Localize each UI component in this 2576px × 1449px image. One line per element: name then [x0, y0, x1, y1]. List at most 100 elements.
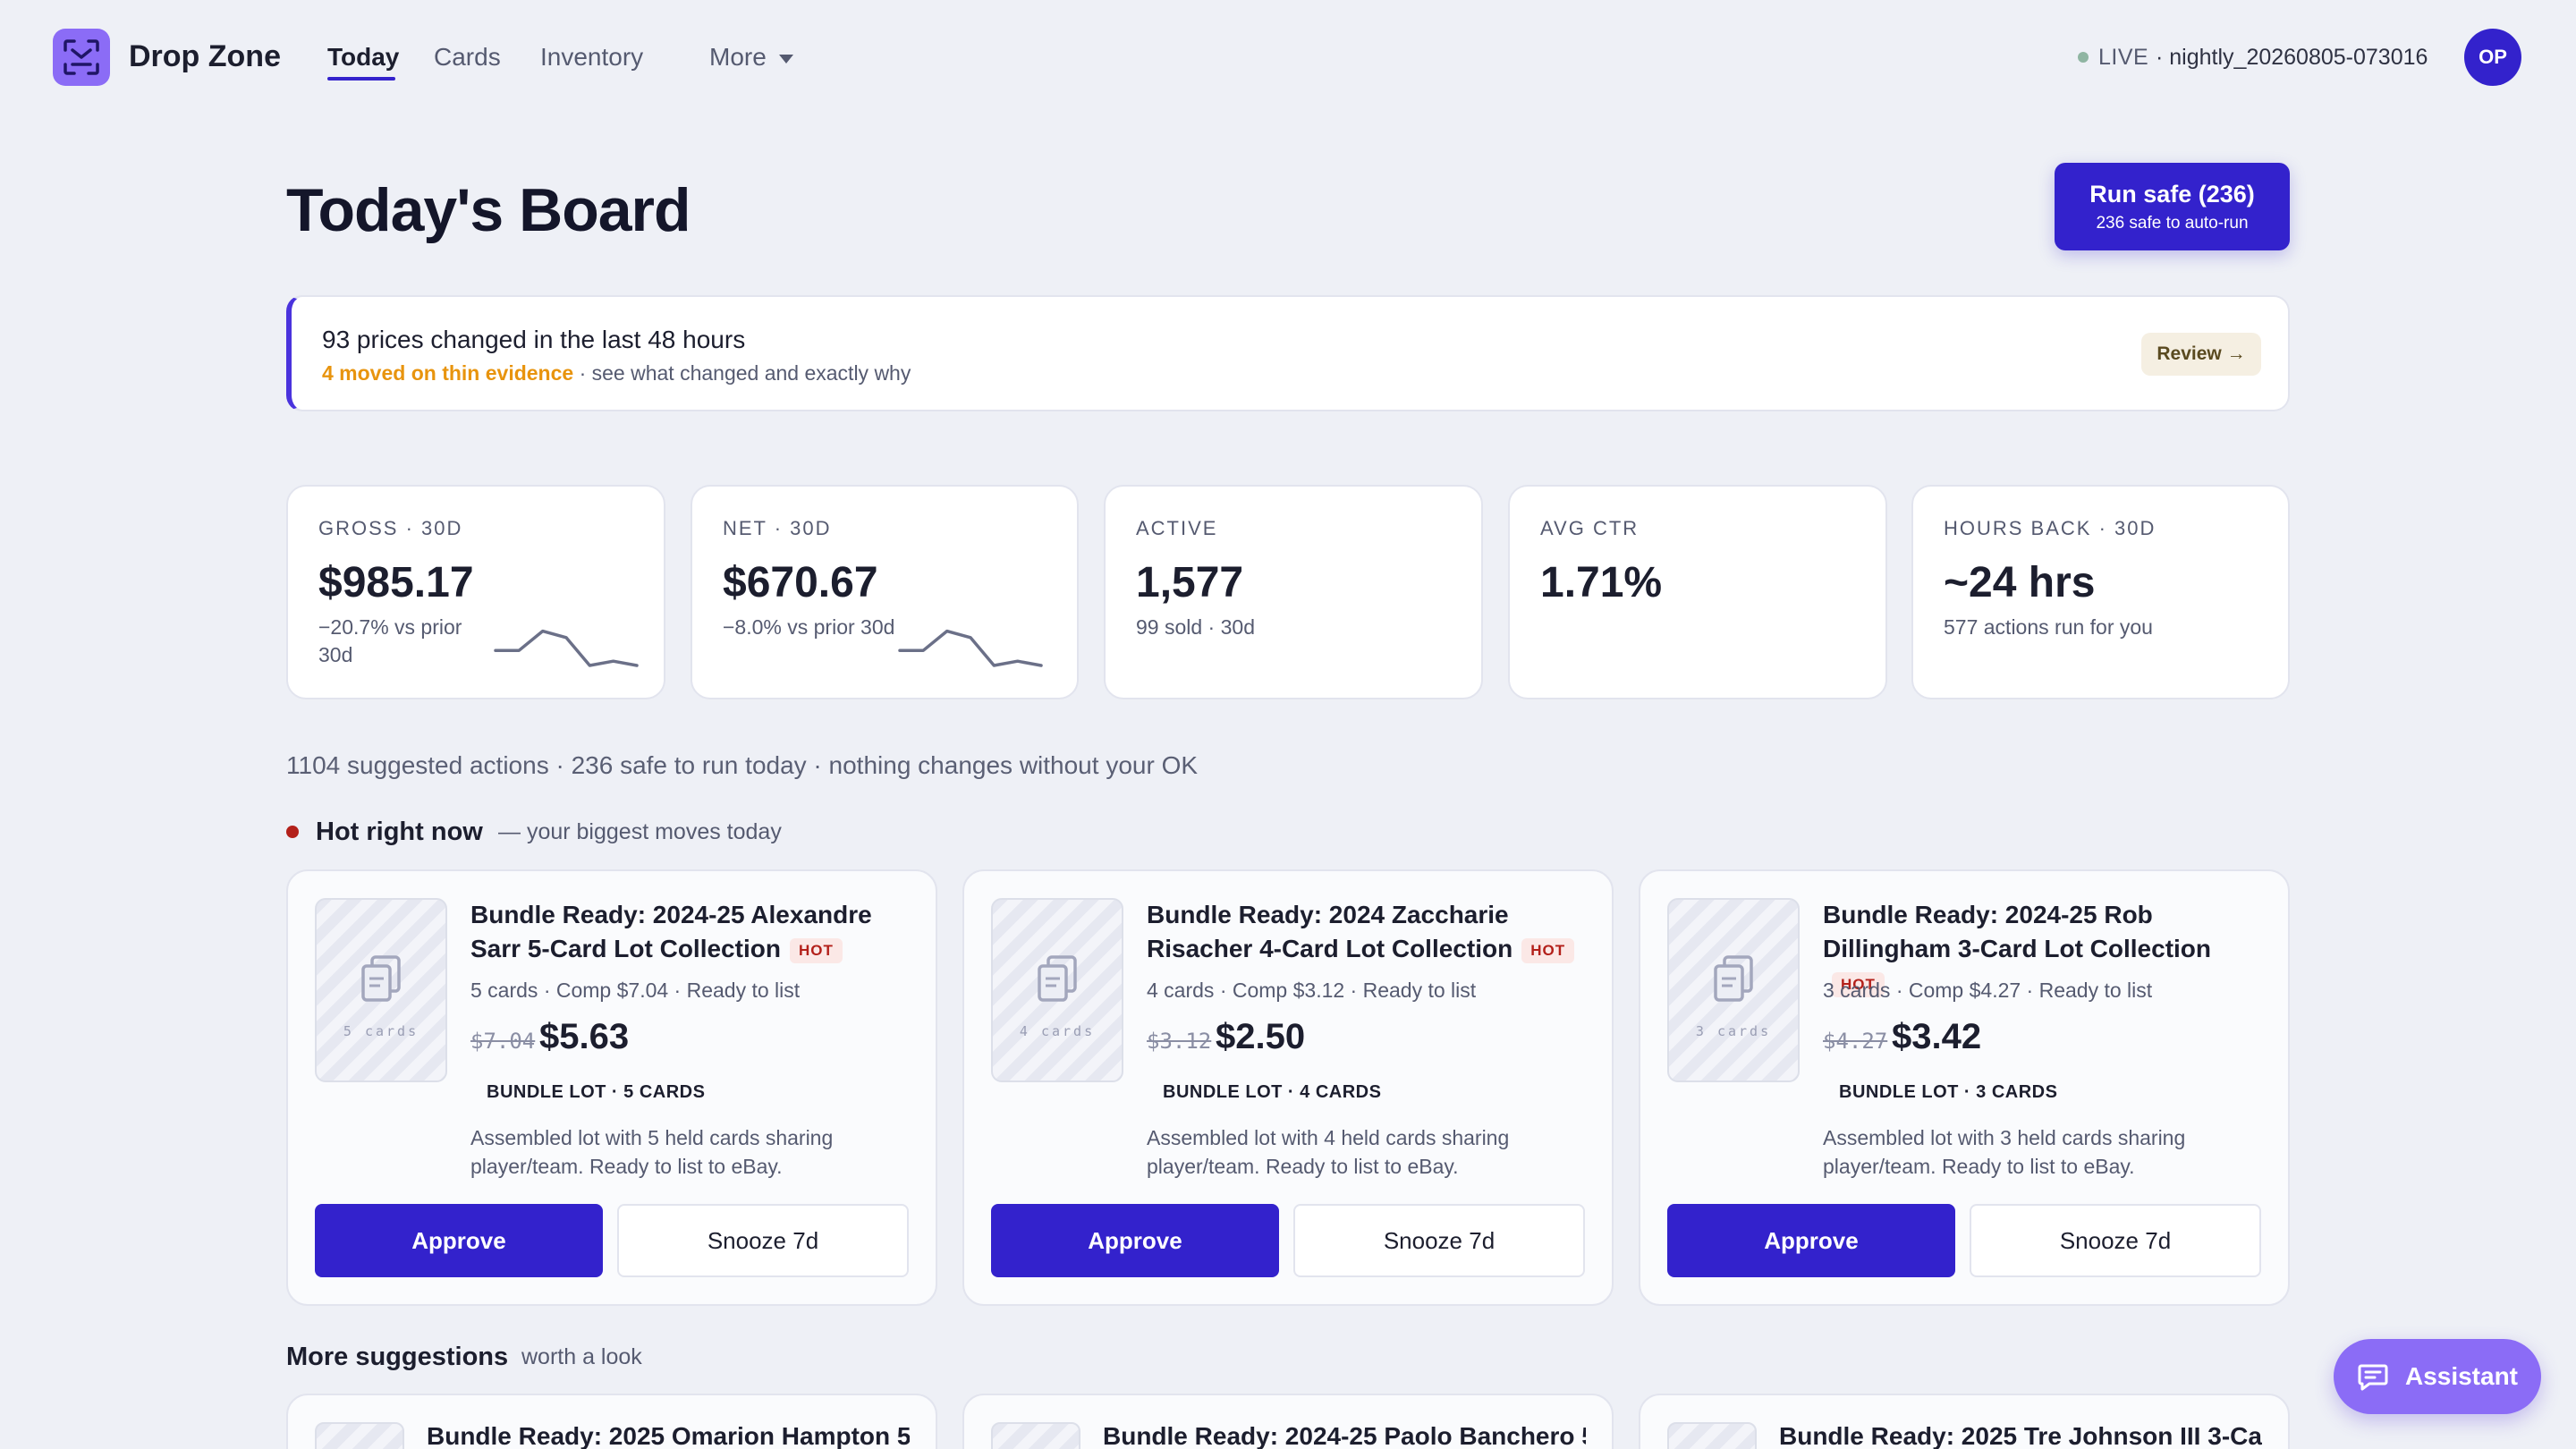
nav-active-indicator: [327, 77, 395, 80]
card-thumbnail: [1667, 1422, 1757, 1449]
run-safe-button[interactable]: Run safe (236) 236 safe to auto-run: [2055, 163, 2290, 250]
stat-label: NET · 30D: [723, 517, 832, 539]
suggestion-card: Bundle Ready: 2025 Tre Johnson III 3-Car…: [1639, 1394, 2290, 1449]
old-price: $3.12: [1147, 1029, 1212, 1054]
card-title[interactable]: Bundle Ready: 2024-25 Alexandre Sarr 5-C…: [470, 898, 918, 966]
stat-label: AVG CTR: [1540, 517, 1640, 539]
card-thumbnail: [991, 1422, 1080, 1449]
stat-sub: 577 actions run for you: [1944, 615, 2153, 639]
stat-sub: 99 sold · 30d: [1136, 615, 1255, 639]
stat-gross: GROSS · 30D $985.17 −20.7% vs prior 30d: [286, 485, 665, 699]
hot-indicator-dot: [286, 826, 299, 838]
actions-summary: 1104 suggested actions · 236 safe to run…: [286, 751, 1199, 779]
logo[interactable]: [53, 29, 110, 86]
card-title[interactable]: Bundle Ready: 2024-25 Paolo Banchero 5-: [1103, 1422, 1586, 1449]
card-thumbnail: [315, 1422, 404, 1449]
stat-value: 1,577: [1136, 559, 1244, 606]
stat-net: NET · 30D $670.67 −8.0% vs prior 30d: [691, 485, 1079, 699]
chevron-down-icon: [778, 54, 793, 64]
nav-more-label: More: [709, 43, 767, 71]
card-title[interactable]: Bundle Ready: 2024 Zaccharie Risacher 4-…: [1147, 898, 1594, 966]
scan-logo-icon: [64, 39, 99, 75]
price-change-banner: 93 prices changed in the last 48 hours 4…: [286, 295, 2290, 411]
suggestion-card: Bundle Ready: 2025 Omarion Hampton 5-: [286, 1394, 937, 1449]
banner-subtitle: 4 moved on thin evidence · see what chan…: [322, 361, 911, 386]
suggestion-card: 4 cards Bundle Ready: 2024 Zaccharie Ris…: [962, 869, 1614, 1306]
snooze-button[interactable]: Snooze 7d: [1970, 1204, 2261, 1277]
page-title: Today's Board: [286, 176, 691, 244]
nav-today[interactable]: Today: [327, 43, 399, 72]
cards-stack-icon: [1038, 955, 1077, 1002]
stat-label: HOURS BACK · 30D: [1944, 517, 2157, 539]
build-id: · nightly_20260805-073016: [2156, 45, 2428, 70]
suggestion-card: Bundle Ready: 2024-25 Paolo Banchero 5-: [962, 1394, 1614, 1449]
approve-button[interactable]: Approve: [991, 1204, 1279, 1277]
card-thumbnail: 3 cards: [1667, 898, 1800, 1082]
card-thumbnail: 4 cards: [991, 898, 1123, 1082]
suggestion-card: 5 cards Bundle Ready: 2024-25 Alexandre …: [286, 869, 937, 1306]
top-bar: Drop Zone Today Cards Inventory More LIV…: [0, 0, 2576, 114]
card-title[interactable]: Bundle Ready: 2025 Omarion Hampton 5-: [427, 1422, 910, 1449]
card-meta: 3 cards · Comp $4.27 · Ready to list: [1823, 979, 2153, 1002]
net-sparkline: [898, 629, 1043, 667]
stat-sub: −8.0% vs prior 30d: [723, 615, 895, 639]
snooze-button[interactable]: Snooze 7d: [1293, 1204, 1585, 1277]
stat-sub: −20.7% vs prior 30d: [318, 615, 462, 666]
hot-section-title: Hot right now: [316, 818, 483, 846]
thumbnail-label: 3 cards: [1695, 1023, 1772, 1039]
chat-bubble-icon: [2358, 1364, 2388, 1391]
live-status-dot: [2078, 52, 2089, 63]
lot-tag: BUNDLE LOT · 4 CARDS: [1163, 1082, 1382, 1102]
new-price: $5.63: [539, 1017, 630, 1056]
stat-hours-back: HOURS BACK · 30D ~24 hrs 577 actions run…: [1911, 485, 2290, 699]
snooze-button[interactable]: Snooze 7d: [617, 1204, 909, 1277]
more-section-subtitle: worth a look: [521, 1344, 642, 1369]
lot-tag: BUNDLE LOT · 5 CARDS: [487, 1082, 706, 1102]
card-thumbnail: 5 cards: [315, 898, 447, 1082]
stat-avg-ctr: AVG CTR 1.71%: [1508, 485, 1887, 699]
banner-title: 93 prices changed in the last 48 hours: [322, 326, 746, 353]
approve-button[interactable]: Approve: [315, 1204, 603, 1277]
run-safe-label: Run safe (236): [2089, 181, 2255, 208]
run-safe-sub: 236 safe to auto-run: [2096, 214, 2249, 233]
card-description: Assembled lot with 5 held cards sharing …: [470, 1126, 834, 1178]
stat-value: ~24 hrs: [1944, 559, 2096, 606]
nav-inventory[interactable]: Inventory: [540, 43, 643, 72]
sparkline-path: [494, 629, 639, 667]
lot-tag: BUNDLE LOT · 3 CARDS: [1839, 1082, 2058, 1102]
approve-button[interactable]: Approve: [1667, 1204, 1955, 1277]
avatar[interactable]: OP: [2464, 29, 2521, 86]
card-meta: 5 cards · Comp $7.04 · Ready to list: [470, 979, 801, 1002]
gross-sparkline: [494, 629, 639, 667]
new-price: $3.42: [1892, 1017, 1982, 1056]
old-price: $4.27: [1823, 1029, 1888, 1054]
new-price: $2.50: [1216, 1017, 1306, 1056]
nav-more[interactable]: More: [709, 43, 793, 72]
card-meta: 4 cards · Comp $3.12 · Ready to list: [1147, 979, 1477, 1002]
stat-active: ACTIVE 1,577 99 sold · 30d: [1104, 485, 1483, 699]
thin-evidence-warning: 4 moved on thin evidence: [322, 361, 574, 385]
hot-badge: HOT: [789, 937, 843, 963]
card-title-text: Bundle Ready: 2024-25 Rob Dillingham 3-C…: [1823, 901, 2212, 962]
hot-section-subtitle: — your biggest moves today: [498, 819, 782, 844]
assistant-button[interactable]: Assistant: [2334, 1339, 2541, 1414]
suggestion-card: 3 cards Bundle Ready: 2024-25 Rob Dillin…: [1639, 869, 2290, 1306]
card-description: Assembled lot with 4 held cards sharing …: [1147, 1126, 1510, 1178]
card-title-text: Bundle Ready: 2024 Zaccharie Risacher 4-…: [1147, 901, 1513, 962]
hot-badge: HOT: [1521, 937, 1575, 963]
stat-value: $985.17: [318, 559, 474, 606]
banner-detail: · see what changed and exactly why: [573, 361, 911, 385]
nav-cards[interactable]: Cards: [434, 43, 501, 72]
sparkline-path: [898, 629, 1043, 667]
old-price: $7.04: [470, 1029, 536, 1054]
thumbnail-label: 5 cards: [343, 1023, 419, 1039]
review-button[interactable]: Review →: [2141, 333, 2261, 376]
stat-value: 1.71%: [1540, 559, 1663, 606]
more-section-title: More suggestions: [286, 1343, 509, 1371]
card-title[interactable]: Bundle Ready: 2025 Tre Johnson III 3-Car…: [1779, 1422, 2262, 1449]
cards-stack-icon: [361, 955, 401, 1002]
cards-stack-icon: [1714, 955, 1753, 1002]
stat-value: $670.67: [723, 559, 878, 606]
thumbnail-label: 4 cards: [1019, 1023, 1096, 1039]
assistant-label: Assistant: [2404, 1362, 2519, 1390]
